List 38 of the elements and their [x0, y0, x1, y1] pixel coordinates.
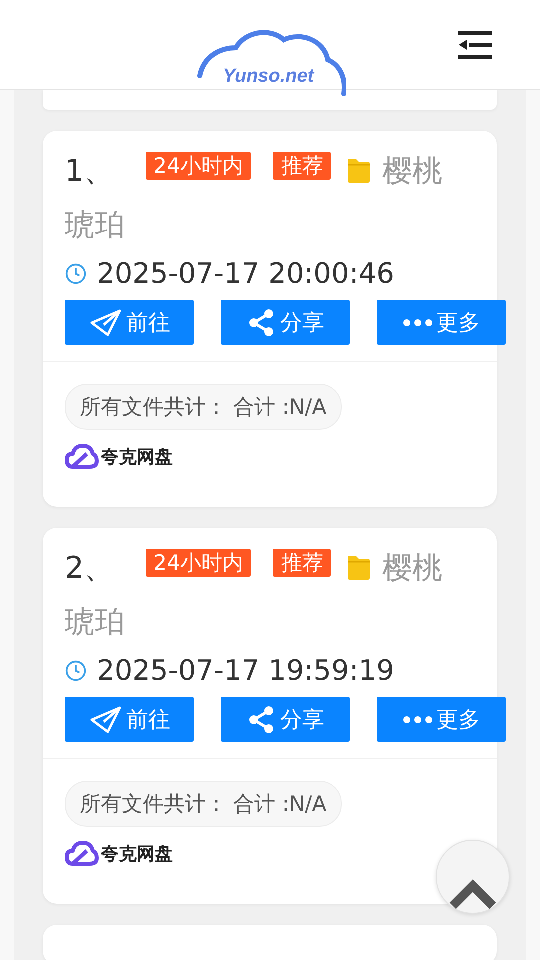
clock-icon [65, 660, 87, 682]
result-index: 2、 [65, 551, 114, 586]
source-name: 夸克网盘 [101, 843, 173, 866]
result-title[interactable]: 琥珀 [65, 208, 125, 243]
share-button[interactable]: 分享 [221, 697, 350, 742]
tag-label: 推荐 [273, 549, 332, 577]
source-name: 夸克网盘 [101, 446, 173, 469]
share-icon [246, 308, 276, 336]
tag-label: 推荐 [273, 152, 332, 180]
chevron-up-icon [448, 879, 498, 909]
go-button[interactable]: 前往 [65, 300, 194, 345]
logo-text: Yunso.net [223, 66, 314, 88]
go-button[interactable]: 前往 [65, 697, 194, 742]
more-icon [402, 318, 432, 326]
result-time: 2025-07-17 19:59:19 [97, 654, 394, 687]
result-title[interactable]: 琥珀 [65, 605, 125, 640]
site-logo[interactable]: Yunso.net [196, 26, 346, 96]
result-title[interactable]: 樱桃 [382, 154, 442, 189]
share-button[interactable]: 分享 [221, 300, 350, 345]
result-index: 1、 [65, 154, 114, 189]
paper-plane-icon [88, 308, 122, 336]
cloud-icon [65, 444, 99, 470]
menu-icon[interactable] [458, 30, 492, 60]
clock-icon [65, 262, 87, 284]
tag-label: 24小时内 [146, 152, 252, 180]
tag-label: 24小时内 [146, 549, 252, 577]
share-icon [246, 706, 276, 734]
cloud-icon [65, 841, 99, 867]
more-button[interactable]: 更多 [377, 697, 506, 742]
folder-icon [346, 157, 371, 183]
more-button[interactable]: 更多 [377, 300, 506, 345]
folder-icon [346, 554, 371, 580]
file-total-label: 所有文件共计： 合计 :N/A [65, 384, 342, 430]
file-total-label: 所有文件共计： 合计 :N/A [65, 781, 342, 827]
paper-plane-icon [88, 706, 122, 734]
result-title[interactable]: 樱桃 [382, 551, 442, 586]
more-icon [402, 716, 432, 724]
result-time: 2025-07-17 20:00:46 [97, 257, 394, 290]
